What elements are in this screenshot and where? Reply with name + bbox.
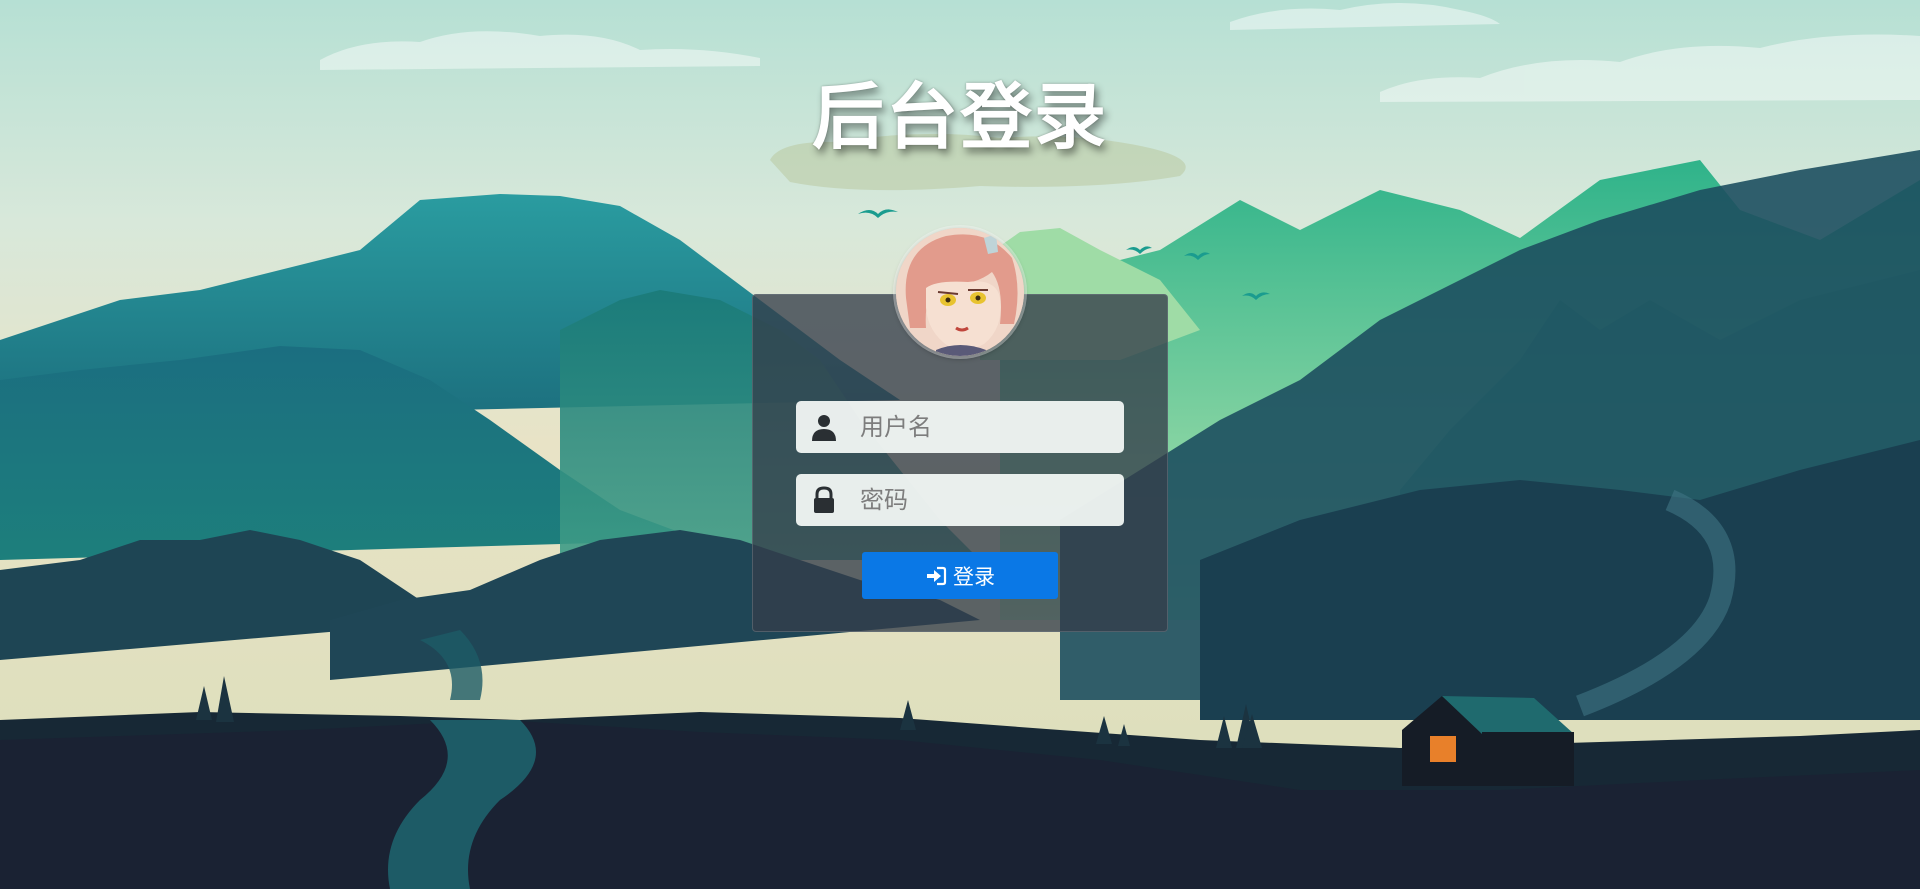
login-button[interactable]: 登录 <box>862 552 1058 599</box>
username-input[interactable] <box>860 401 1116 453</box>
lock-icon <box>814 486 834 513</box>
user-icon <box>812 415 836 441</box>
avatar-image <box>896 228 1024 356</box>
password-input[interactable] <box>860 474 1116 526</box>
sign-in-icon <box>927 566 947 585</box>
page-title: 后台登录 <box>811 75 1108 159</box>
password-field <box>796 474 1124 526</box>
login-button-label: 登录 <box>953 564 995 589</box>
username-field <box>796 401 1124 453</box>
avatar <box>896 228 1024 356</box>
